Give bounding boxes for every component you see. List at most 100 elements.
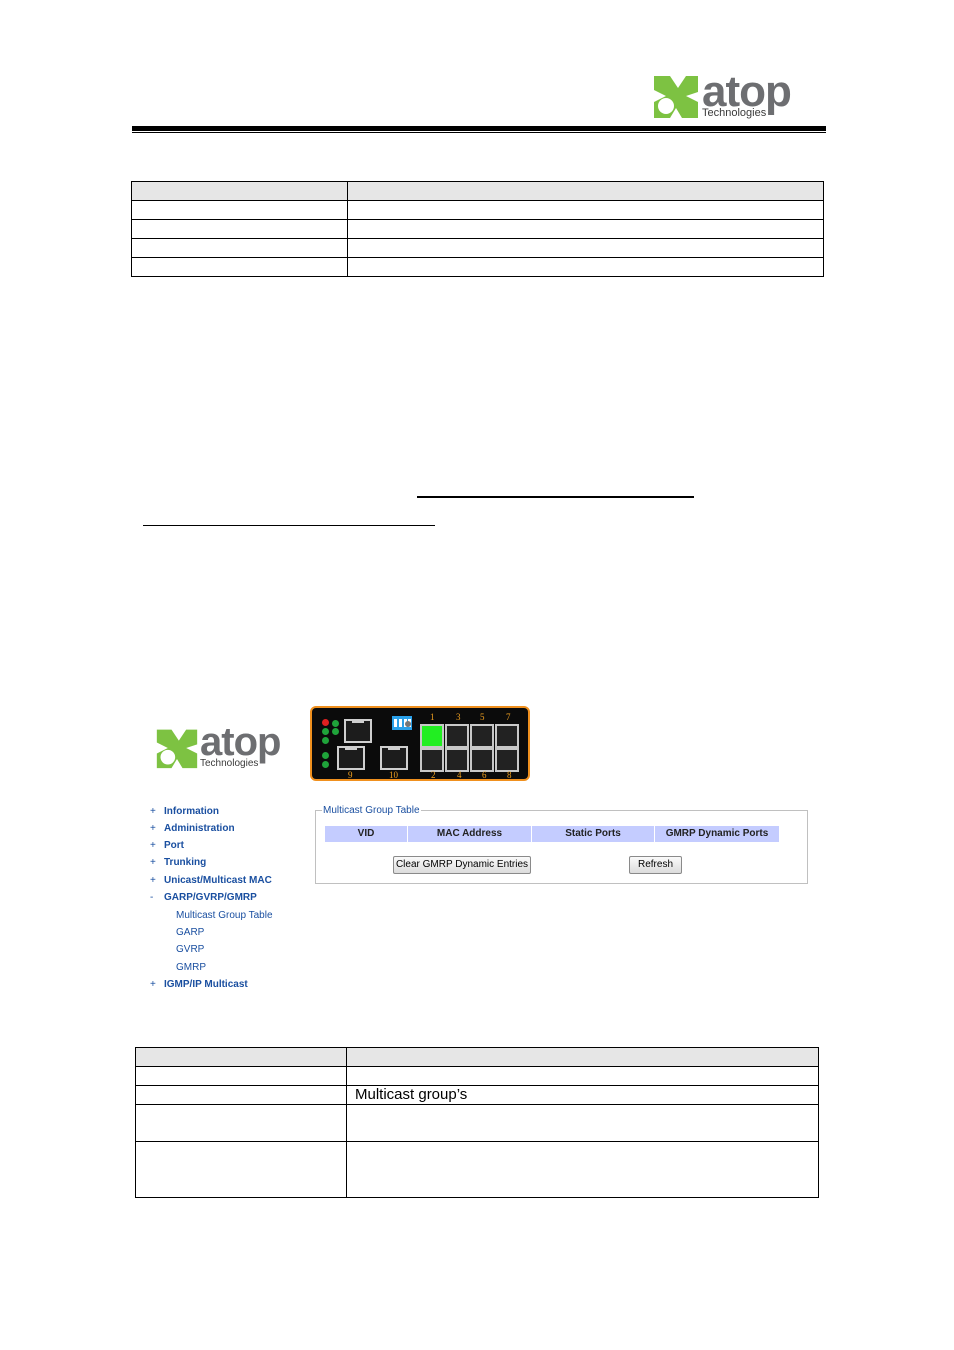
nav-subitem-gmrp[interactable]: GMRP bbox=[176, 962, 206, 973]
header-rule-thin bbox=[132, 132, 826, 133]
port-5 bbox=[470, 724, 494, 748]
multicast-group-table-panel bbox=[315, 810, 808, 884]
port-label: 5 bbox=[480, 712, 485, 722]
nav-item-port[interactable]: + Port bbox=[150, 840, 184, 851]
port-label: 3 bbox=[456, 712, 461, 722]
table-header-row bbox=[135, 1047, 819, 1067]
nav-item-label: IGMP/IP Multicast bbox=[164, 979, 248, 990]
port-label: 9 bbox=[348, 770, 353, 780]
column-header-mac-address: MAC Address bbox=[408, 826, 531, 842]
panel-title: Multicast Group Table bbox=[322, 805, 421, 816]
table-cell bbox=[131, 257, 348, 277]
atop-logo-mark-icon bbox=[654, 76, 698, 118]
expand-icon: + bbox=[150, 806, 156, 817]
table-cell bbox=[346, 1141, 819, 1198]
table-cell bbox=[347, 219, 824, 239]
table-row: Multicast group’s bbox=[135, 1085, 819, 1105]
atop-logo: atop Technologies bbox=[652, 70, 812, 122]
nav-item-unicast-multicast-mac[interactable]: + Unicast/Multicast MAC bbox=[150, 875, 272, 886]
top-table bbox=[131, 181, 824, 277]
table-cell bbox=[346, 1047, 819, 1067]
nav-item-label: Information bbox=[164, 806, 219, 817]
device-ui-logo: atop Technologies bbox=[155, 722, 303, 772]
table-cell bbox=[131, 238, 348, 258]
table-cell bbox=[135, 1085, 347, 1105]
expand-icon: + bbox=[150, 875, 156, 886]
nav-item-label: Administration bbox=[164, 823, 235, 834]
header-rule bbox=[132, 126, 826, 131]
nav-subitem-multicast-group-table[interactable]: Multicast Group Table bbox=[176, 910, 273, 921]
port-4 bbox=[445, 748, 469, 772]
table-cell bbox=[135, 1141, 347, 1198]
table-cell bbox=[131, 219, 348, 239]
port-label: 6 bbox=[482, 770, 487, 780]
bottom-table: Multicast group’s bbox=[135, 1047, 819, 1198]
underline-1 bbox=[417, 496, 694, 498]
nav-item-administration[interactable]: + Administration bbox=[150, 823, 235, 834]
led-green bbox=[322, 752, 329, 759]
table-cell bbox=[135, 1066, 347, 1086]
table-row bbox=[135, 1141, 819, 1198]
led-green bbox=[322, 737, 329, 744]
port-3 bbox=[445, 724, 469, 748]
refresh-button[interactable]: Refresh bbox=[629, 856, 682, 874]
led-green bbox=[322, 761, 329, 768]
nav-item-trunking[interactable]: + Trunking bbox=[150, 857, 206, 868]
reset-button bbox=[405, 721, 411, 727]
expand-icon: + bbox=[150, 979, 156, 990]
console-port bbox=[344, 719, 372, 743]
led-green bbox=[332, 720, 339, 727]
table-cell: Multicast group’s bbox=[346, 1085, 819, 1105]
table-row bbox=[135, 1104, 819, 1142]
logo-tagline: Technologies bbox=[200, 758, 259, 769]
logo-tagline: Technologies bbox=[702, 107, 767, 119]
port-6 bbox=[470, 748, 494, 772]
table-cell bbox=[346, 1104, 819, 1142]
table-row bbox=[131, 219, 824, 239]
expand-icon: + bbox=[150, 823, 156, 834]
column-header-gmrp-dynamic-ports: GMRP Dynamic Ports bbox=[655, 826, 779, 842]
table-cell bbox=[135, 1104, 347, 1142]
table-row bbox=[131, 238, 824, 258]
table-row bbox=[131, 200, 824, 220]
underline-2 bbox=[143, 525, 435, 526]
nav-item-igmp-ip-multicast[interactable]: + IGMP/IP Multicast bbox=[150, 979, 248, 990]
port-label: 4 bbox=[457, 770, 462, 780]
table-header-row bbox=[131, 181, 824, 201]
nav-item-label: Unicast/Multicast MAC bbox=[164, 875, 272, 886]
port-7 bbox=[495, 724, 519, 748]
table-cell bbox=[346, 1066, 819, 1086]
port-10 bbox=[380, 746, 408, 770]
port-label: 7 bbox=[506, 712, 511, 722]
table-row bbox=[131, 257, 824, 277]
port-1 bbox=[420, 724, 444, 748]
nav-item-label: Port bbox=[164, 840, 184, 851]
device-front-panel: 9 10 1 3 5 7 2 4 6 8 bbox=[310, 706, 530, 781]
nav-subitem-garp[interactable]: GARP bbox=[176, 927, 204, 938]
expand-icon: + bbox=[150, 840, 156, 851]
table-cell bbox=[131, 200, 348, 220]
port-label: 8 bbox=[507, 770, 512, 780]
table-cell bbox=[131, 181, 348, 201]
table-cell bbox=[135, 1047, 347, 1067]
nav-item-label: GARP/GVRP/GMRP bbox=[164, 892, 257, 903]
nav-item-information[interactable]: + Information bbox=[150, 806, 219, 817]
clear-gmrp-dynamic-entries-button[interactable]: Clear GMRP Dynamic Entries bbox=[393, 856, 531, 874]
table-cell bbox=[347, 238, 824, 258]
table-cell bbox=[347, 181, 824, 201]
nav-item-label: Trunking bbox=[164, 857, 207, 868]
port-2 bbox=[420, 748, 444, 772]
port-9 bbox=[337, 746, 365, 770]
column-header-static-ports: Static Ports bbox=[532, 826, 654, 842]
led-green bbox=[332, 728, 339, 735]
port-8 bbox=[495, 748, 519, 772]
column-header-vid: VID bbox=[325, 826, 407, 842]
table-cell bbox=[347, 257, 824, 277]
table-row bbox=[135, 1066, 819, 1086]
nav-item-garp-gvrp-gmrp[interactable]: - GARP/GVRP/GMRP bbox=[150, 892, 257, 903]
nav-subitem-gvrp[interactable]: GVRP bbox=[176, 944, 204, 955]
port-label: 10 bbox=[389, 770, 398, 780]
table-cell bbox=[347, 200, 824, 220]
atop-logo-mark-icon bbox=[156, 729, 198, 769]
port-label: 2 bbox=[431, 770, 436, 780]
